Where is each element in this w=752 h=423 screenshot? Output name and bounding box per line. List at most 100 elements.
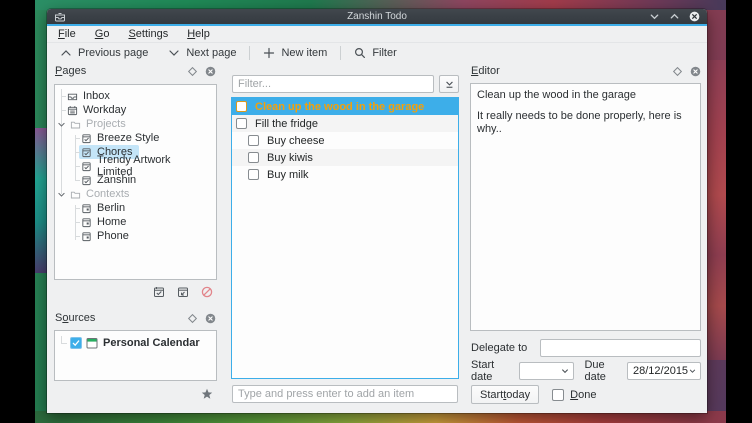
task-checkbox[interactable]: [248, 152, 259, 163]
tree-item-content: Berlin: [79, 201, 132, 215]
tree-item-breeze-style[interactable]: Breeze Style: [55, 131, 216, 145]
editor-panel-title: Editor: [471, 65, 672, 77]
tree-item-trendy-artwork-limited[interactable]: Trendy Artwork Limited: [55, 159, 216, 173]
tree-item-phone[interactable]: Phone: [55, 229, 216, 243]
chevron-up-icon: [60, 47, 72, 59]
pages-panel: Pages InboxWorkdayProjectsBreeze StyleCh…: [49, 63, 222, 310]
tree-item-inbox[interactable]: Inbox: [55, 89, 216, 103]
sources-panel-title: Sources: [55, 312, 187, 324]
source-item-personal-calendar[interactable]: Personal Calendar: [55, 337, 216, 349]
start-today-button[interactable]: Start today: [471, 385, 539, 404]
start-date-combo[interactable]: [519, 362, 575, 380]
done-checkbox[interactable]: [552, 389, 564, 401]
calendar-icon: [67, 105, 78, 116]
task-column: Clean up the wood in the garageFill the …: [228, 62, 461, 413]
delegate-to-input[interactable]: [540, 339, 701, 357]
pages-panel-header: Pages: [49, 63, 222, 79]
tree-item-content: Trendy Artwork Limited: [79, 159, 216, 173]
task-checkbox[interactable]: [236, 118, 247, 129]
task-label: Buy milk: [267, 169, 309, 181]
add-task-input[interactable]: [232, 385, 458, 403]
app-window: Zanshin Todo File Go Settings Help: [47, 9, 707, 413]
plus-icon: [263, 47, 275, 59]
pages-actions: [153, 286, 213, 298]
filter-options-button[interactable]: [439, 75, 459, 93]
chevron-down-icon: [688, 366, 697, 376]
add-project-icon[interactable]: [153, 286, 165, 298]
menu-file[interactable]: File: [58, 28, 76, 40]
editor-text-line: Clean up the wood in the garage: [477, 89, 694, 102]
due-date-combo[interactable]: 28/12/2015: [627, 362, 701, 380]
wallpaper-shape: [706, 60, 726, 360]
tree-item-content: Zanshin: [79, 173, 143, 187]
expander-chevron-icon[interactable]: [57, 120, 66, 129]
previous-page-label: Previous page: [78, 47, 148, 59]
due-date-label: Due date: [584, 359, 621, 383]
pages-tree: InboxWorkdayProjectsBreeze StyleChoresTr…: [54, 84, 217, 280]
titlebar[interactable]: Zanshin Todo: [47, 9, 707, 24]
menu-go[interactable]: Go: [95, 28, 110, 40]
chevron-down-icon: [168, 47, 180, 59]
menubar: File Go Settings Help: [47, 26, 707, 43]
task-row-buy-milk[interactable]: Buy milk: [232, 166, 458, 183]
add-context-icon[interactable]: [177, 286, 189, 298]
new-item-button[interactable]: New item: [253, 43, 337, 62]
expander-chevron-icon[interactable]: [57, 190, 66, 199]
close-panel-icon[interactable]: [690, 66, 701, 77]
chevron-down-icon: [560, 366, 570, 376]
task-list: Clean up the wood in the garageFill the …: [231, 97, 459, 379]
task-checkbox[interactable]: [248, 169, 259, 180]
filter-label: Filter: [372, 47, 396, 59]
window-close-icon[interactable]: [689, 11, 700, 22]
tree-item-label: Berlin: [97, 202, 125, 214]
tree-item-content: Contexts: [68, 187, 136, 201]
task-row-buy-cheese[interactable]: Buy cheese: [232, 132, 458, 149]
project-icon: [81, 175, 92, 186]
screen-bezel-left: [0, 0, 35, 423]
previous-page-button[interactable]: Previous page: [50, 43, 158, 62]
tree-item-berlin[interactable]: Berlin: [55, 201, 216, 215]
window-maximize-icon[interactable]: [669, 11, 680, 22]
tree-item-label: Projects: [86, 118, 126, 130]
remove-page-icon[interactable]: [201, 286, 213, 298]
filter-button[interactable]: Filter: [344, 43, 406, 62]
float-panel-icon[interactable]: [187, 66, 198, 77]
tree-item-home[interactable]: Home: [55, 215, 216, 229]
tree-item-workday[interactable]: Workday: [55, 103, 216, 117]
pages-panel-title: Pages: [55, 65, 187, 77]
filter-input[interactable]: [232, 75, 434, 93]
task-row-clean-up-the-wood-in-the-garage[interactable]: Clean up the wood in the garage: [232, 98, 458, 115]
tree-item-content: Workday: [65, 103, 133, 117]
task-checkbox[interactable]: [236, 101, 247, 112]
tree-item-label: Zanshin: [97, 174, 136, 186]
source-checkbox[interactable]: [70, 337, 82, 349]
close-panel-icon[interactable]: [205, 313, 216, 324]
float-panel-icon[interactable]: [672, 66, 683, 77]
task-row-fill-the-fridge[interactable]: Fill the fridge: [232, 115, 458, 132]
float-panel-icon[interactable]: [187, 313, 198, 324]
sources-list: Personal Calendar: [54, 330, 217, 381]
source-item-label: Personal Calendar: [103, 337, 200, 349]
tree-item-contexts[interactable]: Contexts: [55, 187, 216, 201]
folder-icon: [70, 119, 81, 130]
window-shade-icon[interactable]: [649, 11, 660, 22]
tree-item-label: Phone: [97, 230, 129, 242]
search-icon: [354, 47, 366, 59]
sources-panel-header: Sources: [49, 310, 222, 326]
toolbar-separator: [340, 46, 341, 60]
screen-bezel-right: [726, 0, 752, 423]
close-panel-icon[interactable]: [205, 66, 216, 77]
editor-textarea[interactable]: Clean up the wood in the garage It reall…: [470, 83, 701, 331]
task-row-buy-kiwis[interactable]: Buy kiwis: [232, 149, 458, 166]
tree-item-zanshin[interactable]: Zanshin: [55, 173, 216, 187]
menu-help[interactable]: Help: [187, 28, 210, 40]
next-page-button[interactable]: Next page: [158, 43, 246, 62]
tree-branch-line: [61, 336, 67, 344]
star-icon[interactable]: [201, 388, 213, 400]
calendar-source-icon: [86, 337, 98, 349]
task-checkbox[interactable]: [248, 135, 259, 146]
menu-settings[interactable]: Settings: [128, 28, 168, 40]
tree-item-content: Phone: [79, 229, 136, 243]
editor-panel-header: Editor: [465, 63, 707, 79]
tree-item-projects[interactable]: Projects: [55, 117, 216, 131]
